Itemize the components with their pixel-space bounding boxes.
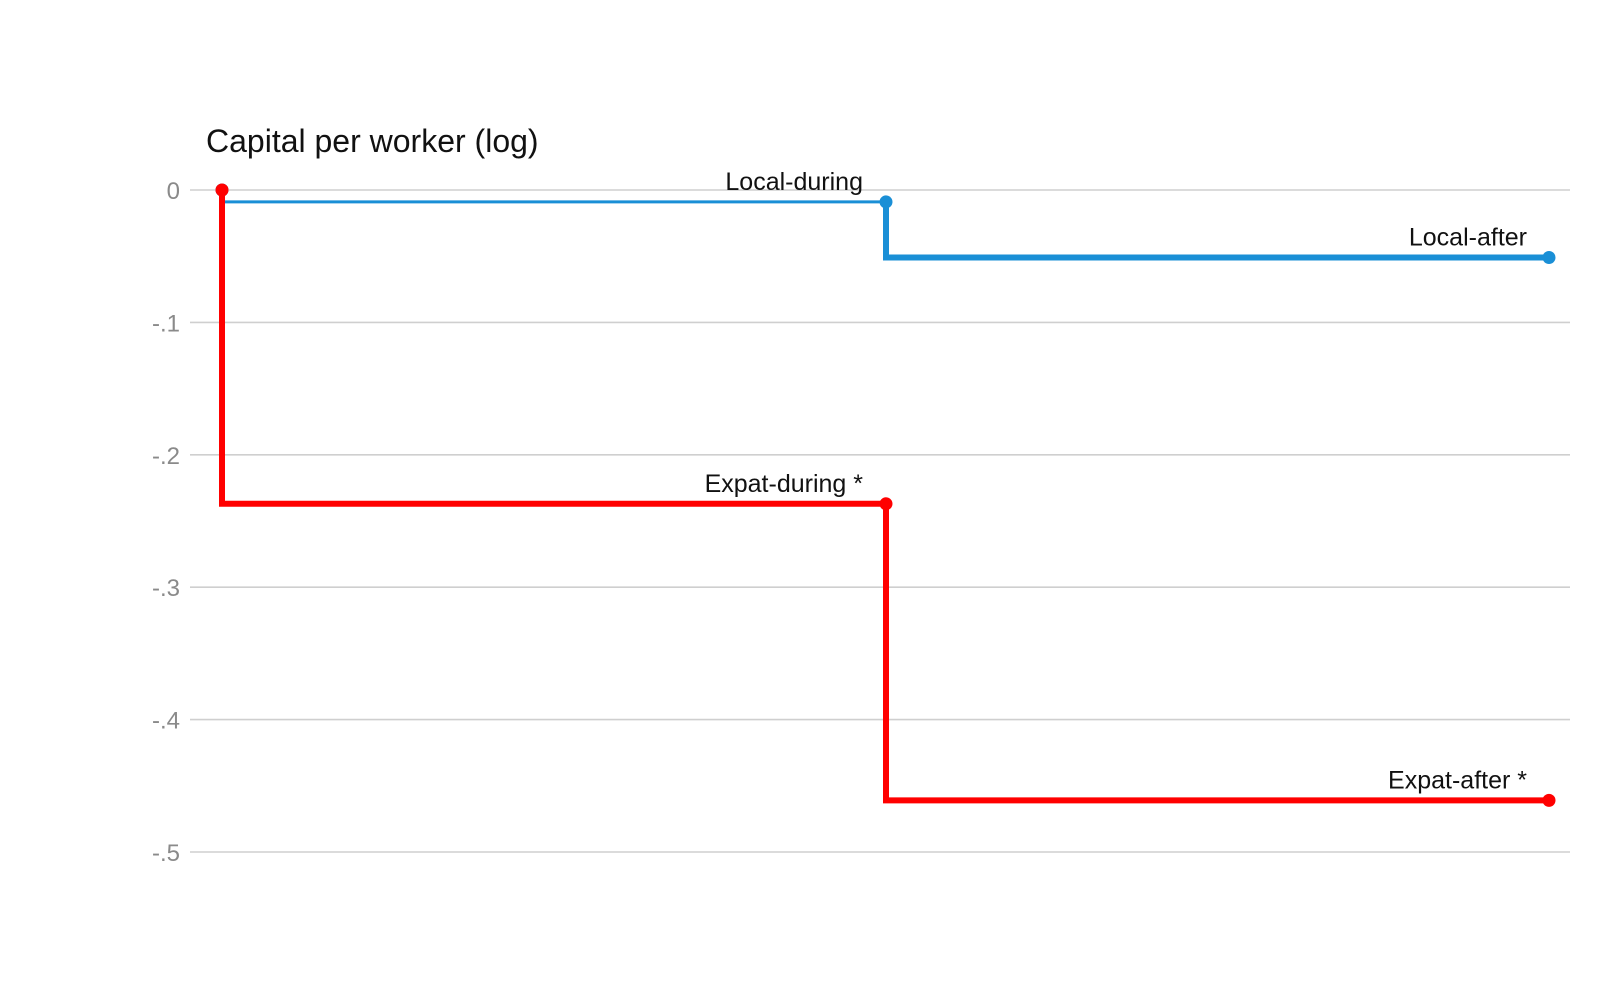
y-tick-label: -.2 bbox=[152, 443, 180, 470]
y-tick-label: -.4 bbox=[152, 708, 180, 735]
series-point-label: Expat-after * bbox=[1388, 766, 1527, 794]
data-point bbox=[1542, 251, 1556, 265]
y-tick-label: -.3 bbox=[152, 575, 180, 602]
y-axis: 0 -.1 -.2 -.3 -.4 -.5 bbox=[152, 178, 180, 867]
y-tick-label: 0 bbox=[167, 178, 180, 205]
series-labels: Local-during Local-after Expat-during * Exp… bbox=[705, 168, 1528, 794]
grid-layer bbox=[190, 189, 1570, 853]
data-point bbox=[879, 195, 893, 209]
series-line-segment bbox=[883, 503, 1549, 804]
series-expat bbox=[215, 183, 1556, 807]
chart-container: 0 -.1 -.2 -.3 -.4 -.5 Capital per worker (log… bbox=[0, 0, 1600, 1000]
series-local bbox=[215, 183, 1556, 265]
series-layer bbox=[215, 183, 1556, 807]
series-point-label: Local-after bbox=[1409, 224, 1527, 252]
data-point bbox=[215, 183, 229, 197]
chart-title: Capital per worker (log) bbox=[206, 123, 539, 159]
series-line-segment bbox=[219, 190, 886, 507]
line-chart: 0 -.1 -.2 -.3 -.4 -.5 Capital per worker (log… bbox=[152, 123, 1570, 867]
series-point-label: Expat-during * bbox=[705, 470, 864, 498]
data-point bbox=[879, 497, 893, 511]
y-tick-label: -.5 bbox=[152, 840, 180, 867]
series-point-label: Local-during bbox=[725, 168, 863, 196]
data-point bbox=[1542, 793, 1556, 807]
y-tick-label: -.1 bbox=[152, 310, 180, 337]
